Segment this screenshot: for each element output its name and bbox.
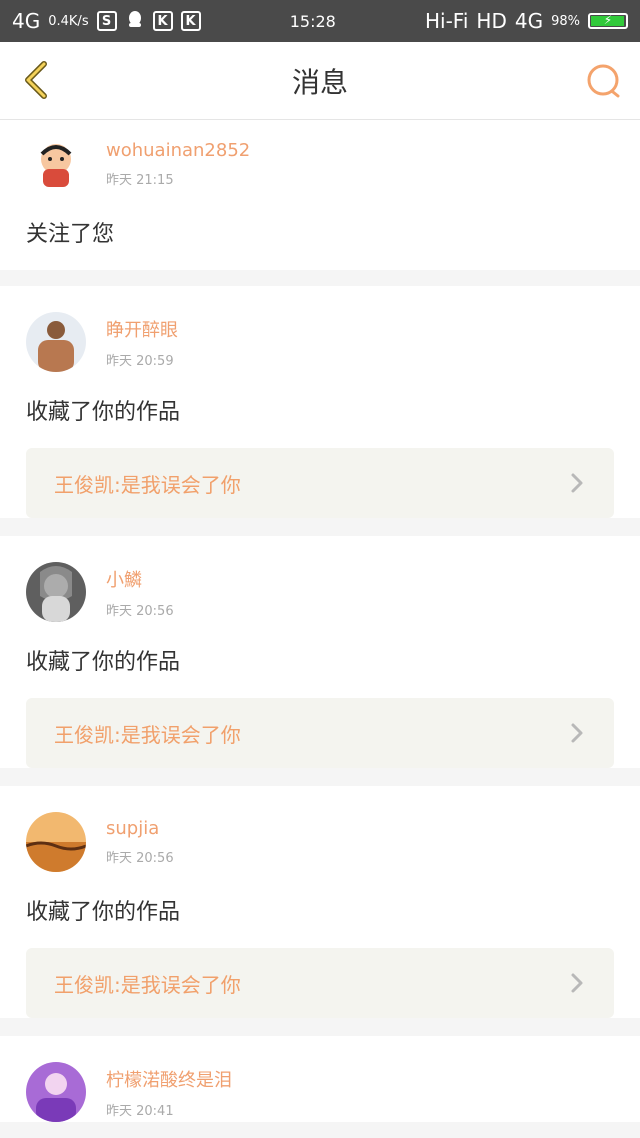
avatar[interactable]: [26, 562, 86, 622]
page-title: 消息: [291, 65, 348, 99]
battery-icon: ⚡: [588, 13, 628, 29]
search-icon[interactable]: [584, 61, 624, 101]
timestamp: 昨天 20:56: [106, 603, 174, 619]
k-icon: K: [152, 11, 173, 31]
hd-label: HD: [476, 9, 507, 33]
chevron-right-icon: [571, 723, 583, 743]
work-link[interactable]: 王俊凯:是我误会了你: [26, 948, 614, 1018]
username[interactable]: 小鱗: [106, 566, 174, 592]
avatar[interactable]: [26, 812, 86, 872]
top-bar: 消息: [0, 42, 640, 120]
action-text: 收藏了你的作品: [26, 900, 181, 925]
qq-icon: [125, 9, 145, 34]
user-row[interactable]: wohuainan2852 昨天 21:15: [26, 120, 614, 194]
avatar[interactable]: [26, 312, 86, 372]
network-speed: 0.4K/s: [48, 13, 89, 29]
message-item[interactable]: wohuainan2852 昨天 21:15 关注了您: [0, 120, 640, 270]
chevron-right-icon: [571, 473, 583, 493]
action-text: 关注了您: [26, 222, 115, 247]
username[interactable]: 柠檬渃酸终是泪: [106, 1066, 232, 1092]
timestamp: 昨天 20:41: [106, 1103, 174, 1119]
clock: 15:28: [289, 11, 336, 31]
timestamp: 昨天 20:59: [106, 353, 174, 369]
network-indicator: 4G: [12, 9, 41, 33]
message-item[interactable]: supjia 昨天 20:56 收藏了你的作品 王俊凯:是我误会了你: [0, 786, 640, 1018]
user-row[interactable]: 柠檬渃酸终是泪 昨天 20:41: [26, 1036, 614, 1122]
action-text: 收藏了你的作品: [26, 400, 181, 425]
network-indicator-right: 4G: [514, 9, 544, 33]
avatar[interactable]: [26, 1062, 86, 1122]
timestamp: 昨天 20:56: [106, 851, 174, 866]
back-chevron-icon[interactable]: [18, 60, 58, 100]
hifi-label: Hi-Fi: [424, 9, 469, 33]
status-bar: 4G 0.4K/s S K K 15:28 Hi-Fi HD 4G 98% ⚡: [0, 0, 640, 42]
chevron-right-icon: [571, 973, 583, 993]
battery-percent: 98%: [551, 13, 580, 29]
message-list: wohuainan2852 昨天 21:15 关注了您 睁开醉眼 昨天 20:5…: [0, 120, 640, 1122]
avatar[interactable]: [26, 134, 86, 194]
work-title[interactable]: 王俊凯:是我误会了你: [54, 469, 241, 498]
message-item[interactable]: 柠檬渃酸终是泪 昨天 20:41: [0, 1036, 640, 1122]
k-icon: K: [180, 11, 201, 31]
user-row[interactable]: supjia 昨天 20:56: [26, 786, 614, 872]
work-title[interactable]: 王俊凯:是我误会了你: [54, 969, 241, 998]
username[interactable]: supjia: [106, 818, 174, 839]
user-row[interactable]: 睁开醉眼 昨天 20:59: [26, 286, 614, 372]
username[interactable]: wohuainan2852: [106, 140, 250, 161]
message-item[interactable]: 睁开醉眼 昨天 20:59 收藏了你的作品 王俊凯:是我误会了你: [0, 286, 640, 518]
username[interactable]: 睁开醉眼: [106, 316, 178, 342]
work-title[interactable]: 王俊凯:是我误会了你: [54, 719, 241, 748]
s-icon: S: [96, 11, 117, 31]
user-row[interactable]: 小鱗 昨天 20:56: [26, 536, 614, 622]
work-link[interactable]: 王俊凯:是我误会了你: [26, 698, 614, 768]
action-text: 收藏了你的作品: [26, 650, 181, 675]
work-link[interactable]: 王俊凯:是我误会了你: [26, 448, 614, 518]
message-item[interactable]: 小鱗 昨天 20:56 收藏了你的作品 王俊凯:是我误会了你: [0, 536, 640, 768]
timestamp: 昨天 21:15: [106, 173, 174, 188]
